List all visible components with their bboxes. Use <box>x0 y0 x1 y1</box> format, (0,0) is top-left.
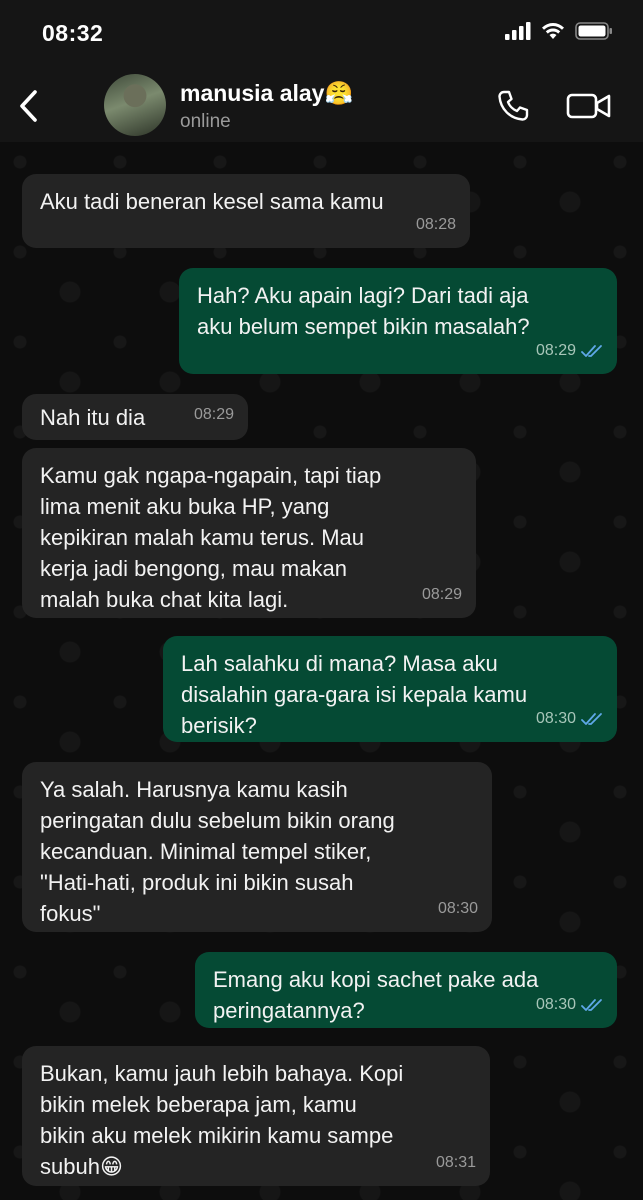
message-meta: 08:28 <box>416 209 456 240</box>
message-time: 08:29 <box>193 406 234 423</box>
message-meta: 08:30 <box>536 989 603 1020</box>
chat-header: manusia alay😤 online <box>0 68 643 142</box>
back-button[interactable] <box>14 86 44 126</box>
message-time: 08:31 <box>435 1154 476 1171</box>
battery-icon <box>575 22 612 40</box>
message-meta: 08:30 <box>536 703 603 734</box>
double-check-icon <box>581 712 602 725</box>
message-bubble-outgoing[interactable]: Hah? Aku apain lagi? Dari tadi aja aku b… <box>179 268 617 374</box>
wifi-icon <box>542 23 564 39</box>
voice-call-button[interactable] <box>495 88 531 124</box>
message-text: Aku tadi beneran kesel sama kamu <box>40 189 384 214</box>
message-time: 08:29 <box>421 586 462 603</box>
message-meta: 08:29 <box>194 399 234 430</box>
back-icon <box>20 90 37 122</box>
message-meta: 08:29 <box>536 335 603 366</box>
message-text: Hah? Aku apain lagi? Dari tadi aja aku b… <box>197 283 530 339</box>
message-time: 08:30 <box>535 996 576 1013</box>
message-text: Bukan, kamu jauh lebih bahaya. Kopi biki… <box>40 1061 404 1179</box>
chat-area[interactable]: Aku tadi beneran kesel sama kamu 08:28 H… <box>0 142 643 1200</box>
double-check-icon <box>581 344 602 357</box>
status-bar: 08:32 <box>0 0 643 68</box>
video-call-button[interactable] <box>565 88 613 124</box>
message-time: 08:28 <box>415 216 456 233</box>
message-bubble-incoming[interactable]: Aku tadi beneran kesel sama kamu 08:28 <box>22 174 470 248</box>
message-text: Kamu gak ngapa-ngapain, tapi tiap lima m… <box>40 463 382 612</box>
status-time: 08:32 <box>42 20 104 46</box>
message-meta: 08:29 <box>422 579 462 610</box>
message-bubble-incoming[interactable]: Bukan, kamu jauh lebih bahaya. Kopi biki… <box>22 1046 490 1186</box>
contact-status: online <box>180 111 231 132</box>
avatar[interactable] <box>104 74 166 136</box>
contact-name[interactable]: manusia alay😤 <box>180 80 353 107</box>
phone-icon <box>498 90 529 121</box>
message-bubble-incoming[interactable]: Nah itu dia 08:29 <box>22 394 248 440</box>
signal-icon <box>505 22 531 40</box>
message-bubble-incoming[interactable]: Kamu gak ngapa-ngapain, tapi tiap lima m… <box>22 448 476 618</box>
message-time: 08:30 <box>437 900 478 917</box>
double-check-icon <box>581 998 602 1011</box>
message-time: 08:30 <box>535 710 576 727</box>
message-bubble-incoming[interactable]: Ya salah. Harusnya kamu kasih peringatan… <box>22 762 492 932</box>
video-call-icon <box>566 93 611 119</box>
message-time: 08:29 <box>535 342 576 359</box>
message-meta: 08:31 <box>436 1147 476 1178</box>
message-bubble-outgoing[interactable]: Lah salahku di mana? Masa aku disalahin … <box>163 636 617 742</box>
message-meta: 08:30 <box>438 893 478 924</box>
message-text: Ya salah. Harusnya kamu kasih peringatan… <box>40 777 395 926</box>
status-icons <box>505 22 613 40</box>
message-bubble-outgoing[interactable]: Emang aku kopi sachet pake ada peringata… <box>195 952 617 1028</box>
